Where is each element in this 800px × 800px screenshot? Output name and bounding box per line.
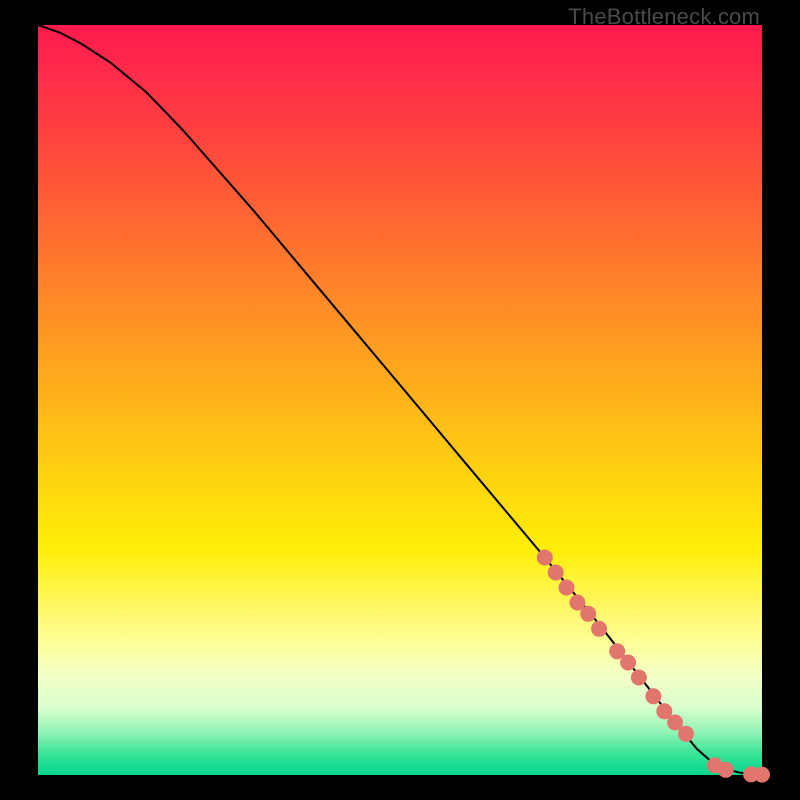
highlight-dots (537, 550, 770, 783)
data-point (620, 655, 636, 671)
data-point (548, 565, 564, 581)
data-point (678, 726, 694, 742)
data-point (537, 550, 553, 566)
data-point (754, 767, 770, 783)
data-point (645, 688, 661, 704)
data-point (591, 621, 607, 637)
data-point (718, 762, 734, 778)
data-point (580, 606, 596, 622)
data-point (559, 580, 575, 596)
data-point (631, 670, 647, 686)
chart-frame: TheBottleneck.com (0, 0, 800, 800)
plot-area (38, 25, 762, 775)
curve-svg (38, 25, 762, 775)
main-curve (38, 25, 762, 775)
